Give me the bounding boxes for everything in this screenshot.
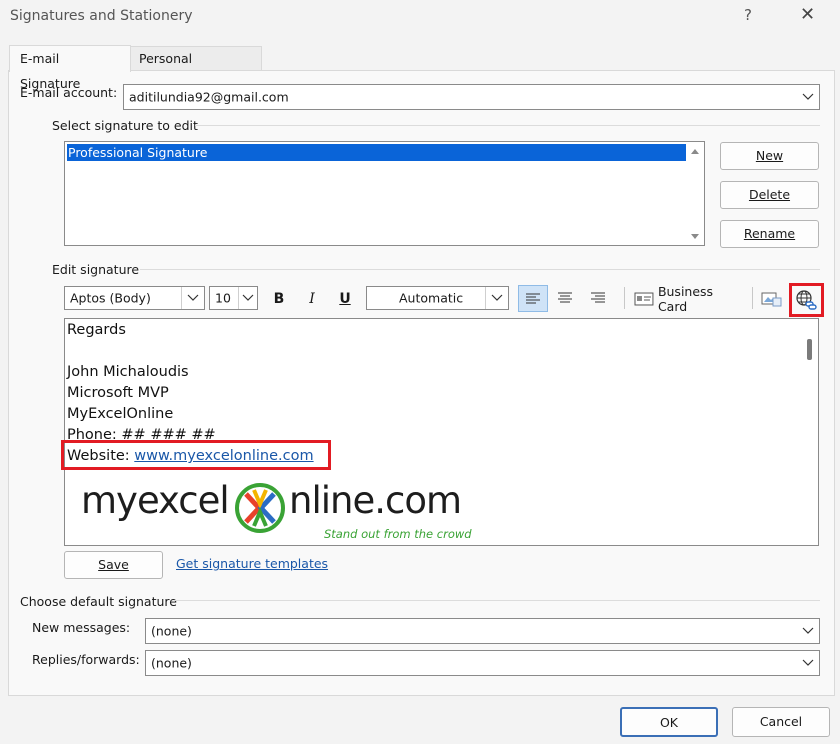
chevron-down-icon[interactable]	[485, 287, 508, 309]
email-account-value: aditilundia92@gmail.com	[129, 89, 289, 105]
signature-line: Microsoft MVP	[67, 385, 169, 401]
font-color-combo[interactable]: Automatic	[366, 286, 509, 310]
scrollbar-thumb[interactable]	[807, 339, 812, 360]
align-right-button[interactable]	[584, 285, 614, 312]
save-button[interactable]: Save	[64, 551, 163, 579]
cancel-button[interactable]: Cancel	[732, 707, 830, 737]
list-item[interactable]: Professional Signature	[67, 144, 686, 161]
separator	[174, 600, 820, 601]
bold-button[interactable]: B	[267, 286, 291, 312]
separator	[624, 287, 625, 309]
globe-link-icon	[796, 290, 817, 310]
signature-line: Regards	[67, 322, 126, 338]
replies-forwards-label: Replies/forwards:	[32, 652, 140, 667]
separator	[752, 287, 753, 309]
align-center-button[interactable]	[551, 285, 581, 312]
picture-icon	[761, 292, 782, 307]
ok-button[interactable]: OK	[620, 707, 718, 737]
business-card-button[interactable]: Business Card	[634, 284, 746, 314]
insert-picture-button[interactable]	[759, 286, 785, 312]
default-signature-label: Choose default signature	[20, 594, 177, 609]
chevron-down-icon[interactable]	[797, 85, 819, 109]
list-scrollbar[interactable]	[688, 144, 702, 243]
signature-line: John Michaloudis	[67, 364, 189, 380]
select-signature-label: Select signature to edit	[52, 118, 198, 133]
align-right-icon	[591, 292, 605, 303]
close-button[interactable]: ✕	[800, 4, 815, 25]
email-account-combo[interactable]: aditilundia92@gmail.com	[123, 84, 820, 110]
business-card-icon	[634, 292, 654, 306]
website-highlight-box	[61, 440, 331, 470]
chevron-down-icon[interactable]	[238, 287, 257, 309]
underline-button[interactable]: U	[333, 286, 357, 312]
insert-hyperlink-button[interactable]	[794, 288, 819, 312]
logo-x-icon	[235, 483, 285, 533]
tab-personal-stationery[interactable]: Personal Stationery	[128, 46, 262, 89]
replies-forwards-combo[interactable]: (none)	[145, 650, 820, 676]
new-messages-label: New messages:	[32, 620, 131, 635]
rename-button[interactable]: Rename	[720, 220, 819, 248]
signature-line: MyExcelOnline	[67, 406, 174, 422]
separator	[195, 125, 820, 126]
align-left-icon	[526, 293, 540, 304]
edit-signature-label: Edit signature	[52, 262, 140, 277]
new-button[interactable]: New	[720, 142, 819, 170]
font-combo[interactable]: Aptos (Body)	[64, 286, 205, 310]
separator	[140, 269, 820, 270]
signature-editor[interactable]: Regards John Michaloudis Microsoft MVP M…	[64, 318, 819, 546]
chevron-down-icon[interactable]	[797, 651, 819, 675]
new-messages-combo[interactable]: (none)	[145, 618, 820, 644]
myexcelonline-logo: myexcel nline.com Stand out from the cro…	[81, 479, 472, 541]
delete-button[interactable]: Delete	[720, 181, 819, 209]
get-signature-templates-link[interactable]: Get signature templates	[176, 556, 328, 571]
font-size-combo[interactable]: 10	[209, 286, 258, 310]
align-center-icon	[558, 292, 572, 303]
help-button[interactable]: ?	[744, 6, 752, 24]
italic-button[interactable]: I	[300, 286, 324, 312]
align-left-button[interactable]	[518, 285, 548, 312]
editor-scrollbar[interactable]	[802, 319, 818, 545]
tab-email-signature[interactable]: E-mail Signature	[9, 45, 131, 91]
chevron-down-icon[interactable]	[181, 287, 204, 309]
chevron-down-icon[interactable]	[797, 619, 819, 643]
window-title: Signatures and Stationery	[10, 8, 193, 24]
signature-list[interactable]: Professional Signature	[64, 141, 705, 246]
